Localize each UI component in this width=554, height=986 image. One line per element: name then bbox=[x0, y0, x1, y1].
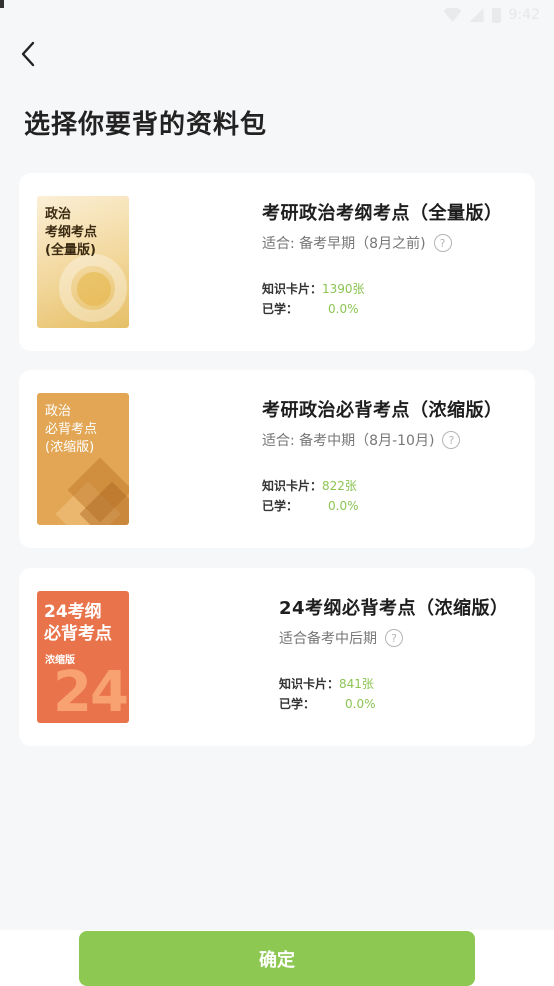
learned-stat: 已学： 0.0% bbox=[262, 299, 503, 319]
cards-label: 知识卡片： bbox=[262, 479, 323, 493]
page-title: 选择你要背的资料包 bbox=[24, 110, 268, 140]
cards-label: 知识卡片： bbox=[262, 282, 323, 296]
cover-tag: 浓缩版 bbox=[45, 655, 75, 666]
learned-stat: 已学： 0.0% bbox=[262, 496, 503, 516]
cards-value: 841张 bbox=[339, 677, 374, 691]
cards-stat: 知识卡片：822张 bbox=[262, 476, 503, 496]
chevron-left-icon bbox=[21, 41, 35, 67]
wifi-icon bbox=[443, 8, 462, 22]
learned-value: 0.0% bbox=[328, 302, 359, 316]
learned-label: 已学： bbox=[279, 697, 316, 711]
suitable-row: 适合备考中后期 ? bbox=[279, 628, 509, 648]
question-circle-icon[interactable]: ? bbox=[385, 629, 403, 647]
cover-text: 政治 必背考点 (浓缩版) bbox=[45, 404, 98, 455]
package-cover: 政治 必背考点 (浓缩版) bbox=[37, 393, 129, 525]
learned-label: 已学： bbox=[262, 302, 299, 316]
back-button[interactable] bbox=[12, 38, 44, 70]
suitable-text: 适合: 备考早期（8月之前) bbox=[262, 236, 426, 252]
cover-number: 24 bbox=[53, 660, 129, 723]
cover-text: 政治 考纲考点 (全量版) bbox=[45, 207, 98, 258]
package-card-24[interactable]: 24 24考纲 必背考点 浓缩版 24考纲必背考点（浓缩版） 适合备考中后期 ?… bbox=[19, 568, 535, 746]
question-circle-icon[interactable]: ? bbox=[442, 431, 461, 449]
cover-title: 24考纲 必背考点 bbox=[44, 602, 112, 644]
learned-value: 0.0% bbox=[328, 499, 359, 513]
cards-label: 知识卡片： bbox=[279, 677, 340, 691]
battery-icon bbox=[491, 7, 501, 23]
suitable-row: 适合: 备考中期（8月-10月) ? bbox=[262, 430, 503, 450]
package-card-condensed[interactable]: 政治 必背考点 (浓缩版) 考研政治必背考点（浓缩版） 适合: 备考中期（8月-… bbox=[19, 370, 535, 548]
status-time: 9:42 bbox=[508, 7, 540, 23]
package-info: 考研政治必背考点（浓缩版） 适合: 备考中期（8月-10月) ? 知识卡片：82… bbox=[262, 396, 503, 516]
package-info: 24考纲必背考点（浓缩版） 适合备考中后期 ? 知识卡片：841张 已学： 0.0… bbox=[279, 594, 509, 714]
signal-icon bbox=[469, 8, 484, 22]
suitable-text: 适合备考中后期 bbox=[279, 631, 377, 647]
package-cover: 24 24考纲 必背考点 浓缩版 bbox=[37, 591, 129, 723]
status-bar: 9:42 bbox=[0, 0, 554, 30]
question-circle-icon[interactable]: ? bbox=[433, 234, 452, 252]
cards-stat: 知识卡片：841张 bbox=[279, 674, 509, 694]
cards-value: 1390张 bbox=[322, 282, 365, 296]
package-title: 24考纲必背考点（浓缩版） bbox=[279, 598, 509, 619]
confirm-button[interactable]: 确定 bbox=[79, 931, 475, 986]
package-title: 考研政治考纲考点（全量版） bbox=[262, 203, 503, 224]
package-info: 考研政治考纲考点（全量版） 适合: 备考早期（8月之前) ? 知识卡片：1390… bbox=[262, 199, 503, 319]
package-cover: 政治 考纲考点 (全量版) bbox=[37, 196, 129, 328]
learned-value: 0.0% bbox=[345, 697, 376, 711]
suitable-text: 适合: 备考中期（8月-10月) bbox=[262, 433, 435, 449]
suitable-row: 适合: 备考早期（8月之前) ? bbox=[262, 233, 503, 253]
cards-value: 822张 bbox=[322, 479, 357, 493]
learned-label: 已学： bbox=[262, 499, 299, 513]
package-stats: 知识卡片：822张 已学： 0.0% bbox=[262, 476, 503, 516]
package-stats: 知识卡片：1390张 已学： 0.0% bbox=[262, 279, 503, 319]
cover-decoration bbox=[77, 272, 111, 306]
learned-stat: 已学： 0.0% bbox=[279, 694, 509, 714]
cards-stat: 知识卡片：1390张 bbox=[262, 279, 503, 299]
package-card-full[interactable]: 政治 考纲考点 (全量版) 考研政治考纲考点（全量版） 适合: 备考早期（8月之… bbox=[19, 173, 535, 351]
package-stats: 知识卡片：841张 已学： 0.0% bbox=[279, 674, 509, 714]
package-title: 考研政治必背考点（浓缩版） bbox=[262, 400, 503, 421]
